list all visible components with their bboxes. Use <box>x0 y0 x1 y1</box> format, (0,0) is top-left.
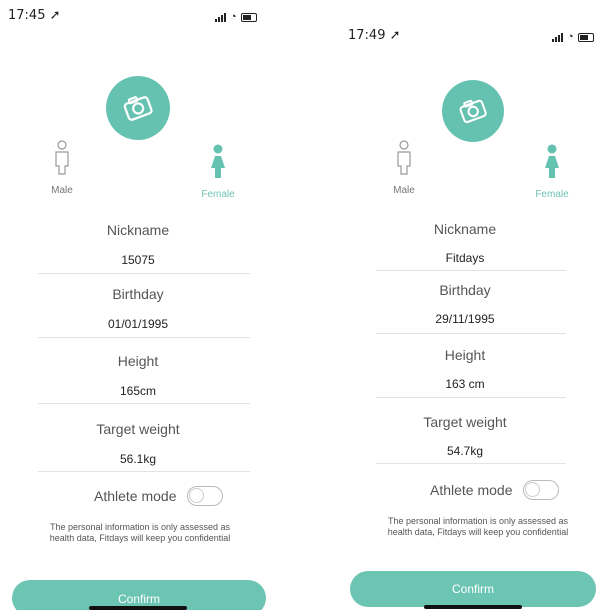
confirm-label: Confirm <box>117 592 160 606</box>
field-value[interactable]: 56.1kg <box>0 452 276 466</box>
male-label: Male <box>51 185 73 196</box>
signal-icon <box>215 12 226 22</box>
wifi-icon: ◔ <box>230 11 237 23</box>
camera-icon <box>459 99 487 124</box>
camera-icon <box>123 96 153 121</box>
nickname-field[interactable]: Nickname 15075 <box>0 222 276 267</box>
status-time: 17:45 ➚ <box>8 8 61 23</box>
birthday-field[interactable]: Birthday 01/01/1995 <box>0 286 276 331</box>
field-label: Nickname <box>106 222 170 238</box>
privacy-note-line: health data, Fitdays will keep you confi… <box>387 527 569 537</box>
female-icon <box>211 144 225 178</box>
athlete-mode-toggle[interactable] <box>522 480 559 500</box>
field-label: Height <box>444 347 486 363</box>
field-value[interactable]: 163 cm <box>320 377 600 391</box>
privacy-note-line: The personal information is only assesse… <box>49 522 231 532</box>
location-arrow-icon: ➚ <box>49 8 61 23</box>
height-field[interactable]: Height 163 cm <box>320 347 600 391</box>
female-label: Female <box>535 189 569 200</box>
battery-icon <box>240 12 257 22</box>
divider <box>38 273 250 274</box>
female-label: Female <box>201 189 235 200</box>
status-time: 17:49 ➚ <box>348 28 401 43</box>
nickname-field[interactable]: Nickname Fitdays <box>320 221 600 265</box>
divider <box>376 397 566 398</box>
field-label: Birthday <box>112 286 164 302</box>
gender-male-option[interactable]: Male <box>384 140 424 196</box>
athlete-mode-toggle[interactable] <box>186 486 223 506</box>
field-label: Target weight <box>96 421 180 437</box>
privacy-note-line: health data, Fitdays will keep you confi… <box>49 533 231 543</box>
divider <box>376 463 566 464</box>
toggle-knob <box>524 482 540 497</box>
height-field[interactable]: Height 165cm <box>0 353 276 398</box>
wifi-icon: ◔ <box>567 31 574 43</box>
privacy-note: The personal information is only assesse… <box>358 516 598 538</box>
battery-icon <box>577 32 594 42</box>
target-weight-field[interactable]: Target weight 54.7kg <box>320 414 600 458</box>
female-icon <box>545 144 559 178</box>
divider <box>38 337 250 338</box>
male-label: Male <box>393 185 415 196</box>
field-value[interactable]: 15075 <box>0 253 276 267</box>
field-label: Target weight <box>423 414 507 430</box>
confirm-label: Confirm <box>451 582 494 596</box>
divider <box>376 333 566 334</box>
field-value[interactable]: 01/01/1995 <box>0 317 276 331</box>
signal-icon <box>552 32 563 42</box>
field-value[interactable]: Fitdays <box>320 251 600 265</box>
avatar-camera-button[interactable] <box>106 76 170 140</box>
gender-female-option[interactable]: Female <box>196 144 240 200</box>
avatar-camera-button[interactable] <box>442 80 504 142</box>
gender-male-option[interactable]: Male <box>42 140 82 196</box>
athlete-mode-row: Athlete mode <box>430 480 559 500</box>
gender-female-option[interactable]: Female <box>530 144 574 200</box>
field-label: Birthday <box>439 282 491 298</box>
target-weight-field[interactable]: Target weight 56.1kg <box>0 421 276 466</box>
status-icons: ◔ <box>552 31 594 43</box>
profile-screen-1: 17:45 ➚ ◔ Male Female Nickname 15075 Bir… <box>0 0 290 610</box>
divider <box>38 403 250 404</box>
field-label: Nickname <box>433 221 497 237</box>
home-indicator[interactable] <box>89 606 187 610</box>
divider <box>376 270 566 271</box>
athlete-mode-row: Athlete mode <box>94 486 223 506</box>
field-label: Height <box>117 353 159 369</box>
privacy-note: The personal information is only assesse… <box>20 522 260 544</box>
birthday-field[interactable]: Birthday 29/11/1995 <box>320 282 600 326</box>
athlete-mode-label: Athlete mode <box>94 488 177 504</box>
status-icons: ◔ <box>215 11 257 23</box>
male-icon <box>397 140 411 175</box>
male-icon <box>55 140 69 175</box>
toggle-knob <box>188 488 204 503</box>
athlete-mode-label: Athlete mode <box>430 482 513 498</box>
divider <box>38 471 250 472</box>
profile-screen-2: 17:49 ➚ ◔ Male Female Nickname Fitdays B… <box>320 0 600 610</box>
field-value[interactable]: 29/11/1995 <box>320 312 600 326</box>
confirm-button[interactable]: Confirm <box>350 571 596 607</box>
home-indicator[interactable] <box>424 605 522 609</box>
field-value[interactable]: 54.7kg <box>320 444 600 458</box>
privacy-note-line: The personal information is only assesse… <box>387 516 569 526</box>
field-value[interactable]: 165cm <box>0 384 276 398</box>
location-arrow-icon: ➚ <box>389 28 401 43</box>
